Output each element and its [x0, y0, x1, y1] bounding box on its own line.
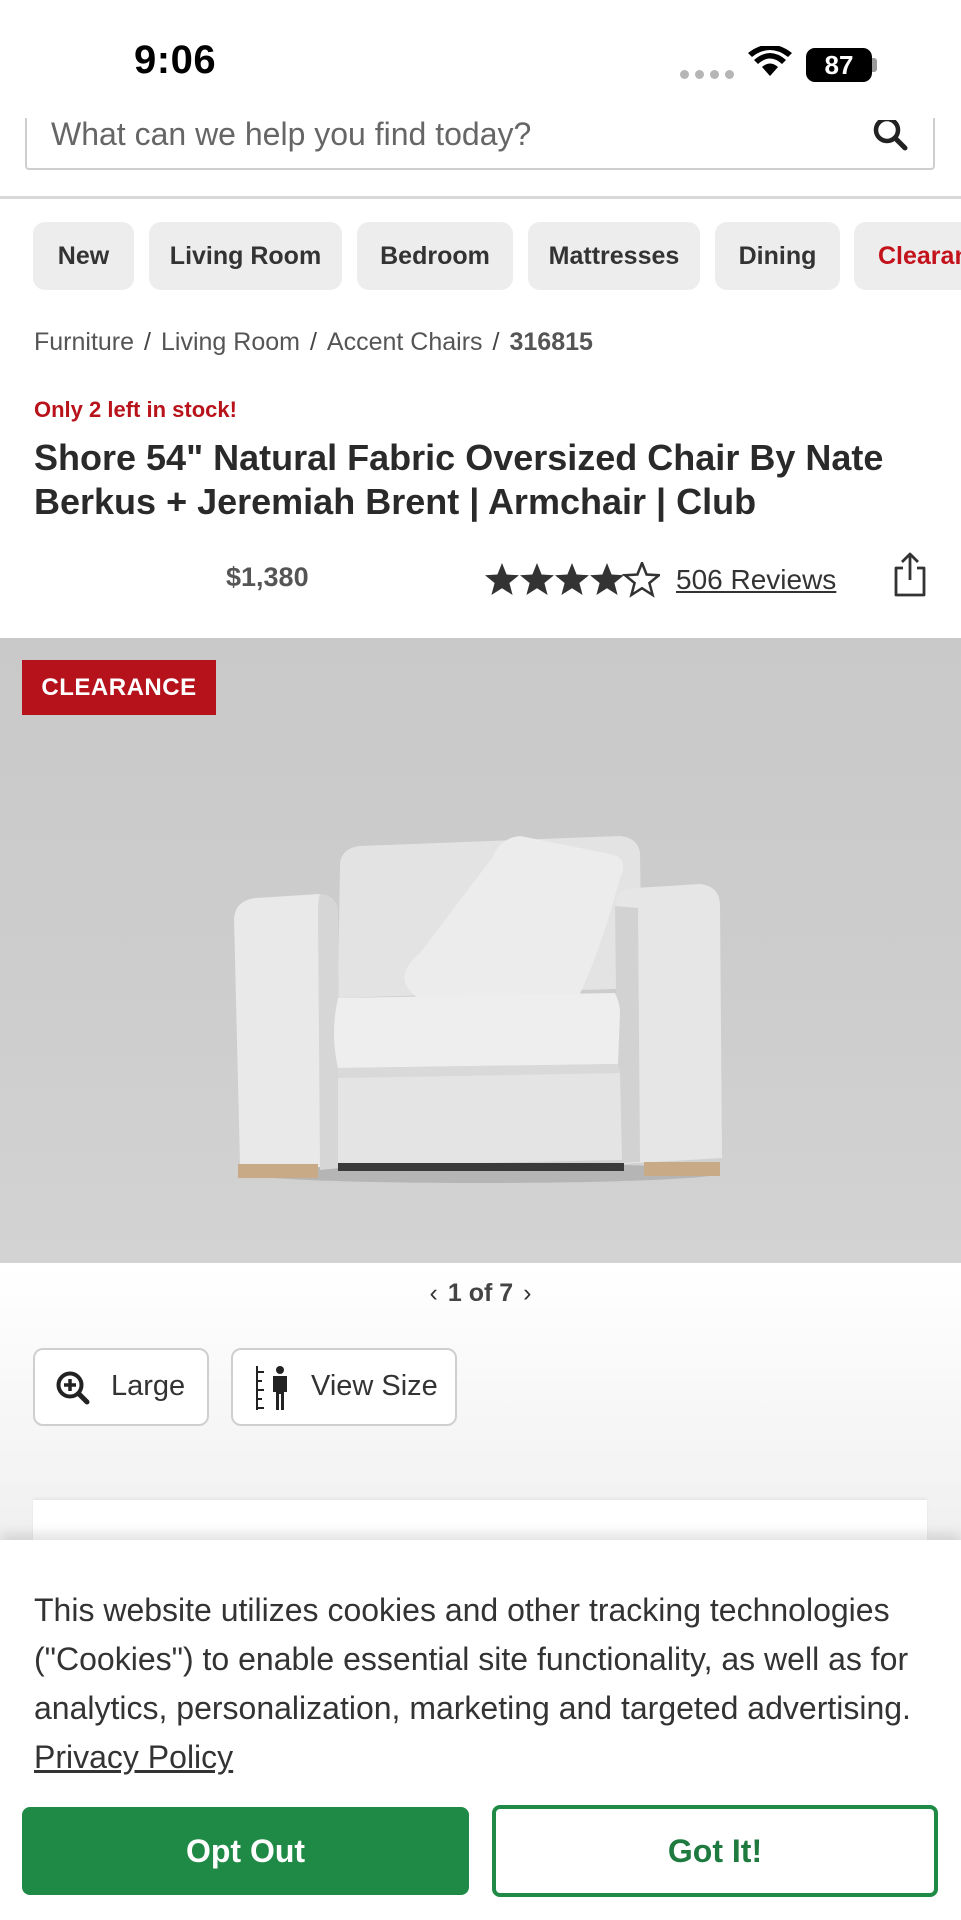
star-icon: [555, 563, 589, 595]
view-size-label: View Size: [311, 1370, 438, 1402]
breadcrumb-sku: 316815: [509, 328, 593, 356]
price-rating-row: $1,380 506 Reviews: [0, 550, 961, 610]
chip-living-room[interactable]: Living Room: [149, 222, 342, 290]
chair-image: [234, 836, 722, 1183]
details-card: [33, 1500, 927, 1540]
gallery-pager: ‹ 1 of 7 ›: [0, 1279, 961, 1308]
large-view-button[interactable]: Large: [33, 1348, 209, 1426]
battery-icon: 87: [806, 48, 872, 82]
breadcrumb-living-room[interactable]: Living Room: [161, 328, 300, 356]
stock-alert: Only 2 left in stock!: [34, 397, 237, 422]
cookie-message: This website utilizes cookies and other …: [34, 1586, 934, 1782]
breadcrumb: Furniture / Living Room / Accent Chairs/3168…: [34, 328, 593, 356]
chip-bedroom[interactable]: Bedroom: [357, 222, 513, 290]
ruler-person-icon: [256, 1366, 287, 1410]
search-input[interactable]: What can we help you find today?: [25, 118, 935, 170]
privacy-policy-link[interactable]: Privacy Policy: [34, 1739, 233, 1775]
cookie-banner: This website utilizes cookies and other …: [0, 1540, 961, 1920]
breadcrumb-furniture[interactable]: Furniture: [34, 328, 134, 356]
signal-icon: [680, 70, 734, 79]
search-icon[interactable]: [871, 120, 911, 160]
product-price: $1,380: [226, 562, 309, 592]
header-divider: [0, 196, 961, 199]
category-nav: New Living Room Bedroom Mattresses Dinin…: [33, 222, 961, 290]
star-icon: [485, 563, 519, 595]
product-title: Shore 54" Natural Fabric Oversized Chair…: [34, 437, 884, 522]
chip-dining[interactable]: Dining: [715, 222, 840, 290]
star-outline-icon: [623, 562, 660, 597]
chevron-left-icon[interactable]: ‹: [430, 1279, 438, 1307]
clearance-badge: CLEARANCE: [22, 660, 216, 715]
breadcrumb-accent-chairs[interactable]: Accent Chairs: [327, 328, 483, 356]
opt-out-button[interactable]: Opt Out: [22, 1807, 469, 1895]
status-time: 9:06: [134, 38, 217, 82]
zoom-in-icon: [56, 1371, 90, 1405]
product-image[interactable]: CLEARANCE: [0, 638, 961, 1263]
reviews-link[interactable]: 506 Reviews: [676, 564, 836, 596]
chip-new[interactable]: New: [33, 222, 134, 290]
cookie-text: This website utilizes cookies and other …: [34, 1592, 911, 1726]
view-size-button[interactable]: View Size: [231, 1348, 457, 1426]
wifi-icon: [748, 46, 792, 76]
star-icon: [590, 563, 624, 595]
chevron-right-icon[interactable]: ›: [523, 1279, 531, 1307]
status-bar: 9:06 87: [0, 0, 961, 120]
search-placeholder: What can we help you find today?: [51, 118, 532, 152]
star-icon: [520, 563, 554, 595]
chip-mattresses[interactable]: Mattresses: [528, 222, 700, 290]
chip-clearance[interactable]: Clearance: [854, 222, 961, 290]
share-icon[interactable]: [890, 552, 930, 598]
large-view-label: Large: [111, 1370, 186, 1402]
got-it-button[interactable]: Got It!: [492, 1805, 938, 1897]
rating-stars[interactable]: [484, 562, 660, 598]
battery-tip: [872, 58, 877, 72]
gallery-counter: 1 of 7: [447, 1279, 514, 1307]
